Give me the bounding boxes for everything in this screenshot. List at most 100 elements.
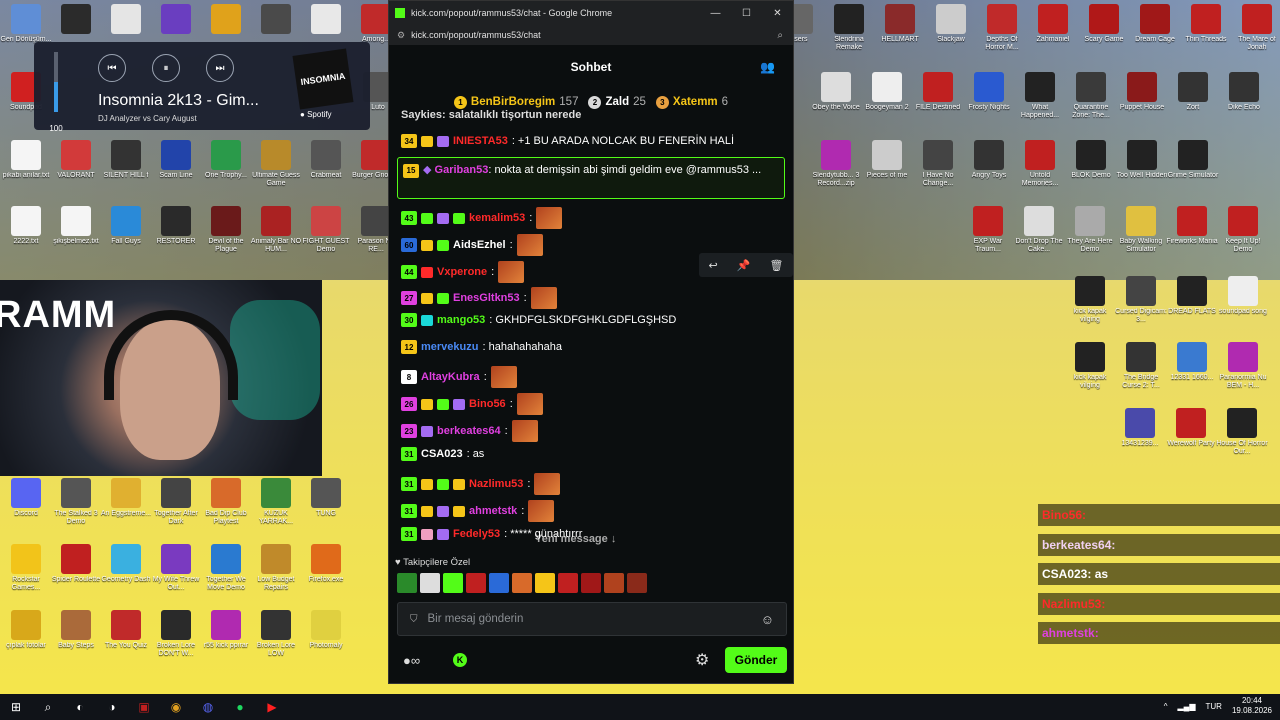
desktop-icon[interactable]: kick kapak vilging [1064,342,1116,390]
username[interactable]: kemalim53 [469,212,525,224]
clock[interactable]: 20:44 19.08.2026 [1232,696,1272,716]
emote[interactable] [512,573,532,593]
desktop-icon[interactable]: Rockstar Games... [0,544,52,592]
desktop-icon[interactable]: Keep It Up! Demo [1217,206,1269,254]
voicemeeter-icon[interactable]: ▣ [128,694,160,720]
username[interactable]: AltayKubra [421,371,480,383]
desktop-icon[interactable]: Angry Toys [963,140,1015,180]
start-icon[interactable]: ⊞ [0,694,32,720]
username[interactable]: Bino56 [469,398,506,410]
desktop-icon[interactable]: Slendrina Remake [823,4,875,52]
desktop-icon[interactable]: Together We Move Demo [200,544,252,592]
desktop-icon[interactable]: Werewolf Party [1165,408,1217,448]
username[interactable]: Nazlimu53 [469,478,523,490]
desktop-icon[interactable]: Quarantine Zone: The... [1065,72,1117,120]
desktop-icon[interactable]: FILE Destined [912,72,964,112]
app-icon[interactable]: ◐ [64,694,96,720]
chat-message[interactable]: 31 ahmetstk: [401,500,781,522]
search-icon[interactable]: ⌕ [32,694,64,720]
desktop-icon[interactable]: Slackjaw [925,4,977,44]
emote[interactable] [443,573,463,593]
desktop-icon[interactable]: r55 kick ppırar [200,610,252,650]
desktop-icon[interactable]: Broken Lore DON'T W... [150,610,202,658]
previous-track-icon[interactable]: ⏮ [98,54,126,82]
desktop-icon[interactable]: Fireworks Mania [1166,206,1218,246]
desktop-icon[interactable]: BLOK Demo [1065,140,1117,180]
desktop-icon[interactable]: Cursed Digicam: 3... [1115,276,1167,324]
desktop-icon[interactable]: Low Budget Repairs [250,544,302,592]
chat-message[interactable]: 31 CSA023: as [401,447,781,461]
leaderboard-entry[interactable]: 2 Zald 25 [588,95,646,109]
username[interactable]: Gariban53 [435,164,489,176]
desktop-icon[interactable]: Boogeyman 2 [861,72,913,112]
url-bar[interactable]: ⚙ kick.com/popout/rammus53/chat ⌕ [389,25,793,45]
desktop-icon[interactable]: Bad Dip Club Playtest [200,478,252,526]
chat-message[interactable]: 31 Fedely53: ***** günahtırrr [401,527,781,541]
desktop-icon[interactable]: SILENT HILL f [100,140,152,180]
desktop-icon[interactable]: Puppet House [1116,72,1168,112]
chat-message[interactable]: 12 mervekuzu: hahahahahaha [401,340,781,354]
desktop-icon[interactable]: Zort [1167,72,1219,112]
chat-message[interactable]: 26 Bino56: [401,393,781,415]
desktop-icon[interactable]: Together After Dark [150,478,202,526]
desktop-icon[interactable]: The Bridge Curse 2: T... [1115,342,1167,390]
discord-icon[interactable]: ◍ [192,694,224,720]
username[interactable]: EnesGltkn53 [453,292,520,304]
next-track-icon[interactable]: ⏭ [206,54,234,82]
desktop-icon[interactable]: Untold Memories... [1014,140,1066,188]
volume-slider[interactable]: 100 [49,52,63,133]
desktop-icon[interactable]: What Happened... [1014,72,1066,120]
site-info-icon[interactable]: ⚙ [397,30,405,41]
username[interactable]: AidsEzhel [453,239,506,251]
desktop-icon[interactable]: pikabi anılar.txt [0,140,52,180]
infinity-icon[interactable]: ●∞ [403,653,420,668]
desktop-icon[interactable]: Zahmaniel [1027,4,1079,44]
desktop-icon[interactable]: Slendytubb... 3 Record...zip [810,140,862,188]
desktop-icon[interactable]: The You Quiz [100,610,152,650]
emote[interactable] [604,573,624,593]
desktop-icon[interactable] [50,4,102,36]
desktop-icon[interactable]: Baby Steps [50,610,102,650]
language-indicator[interactable]: TUR [1206,702,1222,711]
desktop-icon[interactable]: Obey the Voice [810,72,862,112]
users-icon[interactable]: 👥 [760,60,775,74]
pause-icon[interactable]: ⏸ [152,54,180,82]
chat-message[interactable]: 60 AidsEzhel: [401,234,781,256]
youtube-icon[interactable]: ▶ [256,694,288,720]
username[interactable]: Vxperone [437,266,487,278]
maximize-icon[interactable]: ☐ [731,8,762,19]
desktop-icon[interactable]: Spider Roulette [50,544,102,584]
send-button[interactable]: Gönder [725,647,787,673]
desktop-icon[interactable]: HELLMART [874,4,926,44]
desktop-icon[interactable]: The Stalked 3 Demo [50,478,102,526]
desktop-icon[interactable]: An Eggstreme... [100,478,152,518]
kick-icon[interactable]: K [453,653,467,667]
desktop-icon[interactable]: Thin Threads [1180,4,1232,44]
desktop-icon[interactable]: Broken Lore LOW [250,610,302,658]
chrome-icon[interactable]: ◉ [160,694,192,720]
desktop-icon[interactable]: KUZUK YARRAK... [250,478,302,526]
chat-message[interactable]: 8 AltayKubra: [401,366,781,388]
network-icon[interactable]: ▂▄▆ [1178,702,1196,711]
chat-message[interactable]: 23 berkeates64: [401,420,781,442]
desktop-icon[interactable]: soundpad song [1217,276,1269,316]
desktop-icon[interactable]: One Trophy... [200,140,252,180]
leaderboard-entry[interactable]: 3 Xatemm 6 [655,95,728,109]
desktop-icon[interactable]: Don't Drop The Cake... [1013,206,1065,254]
desktop-icon[interactable]: kick kapak vilging [1064,276,1116,324]
spotify-icon[interactable]: ● [224,694,256,720]
emote[interactable] [397,573,417,593]
chat-message[interactable]: 34 INIESTA53: +1 BU ARADA NOLCAK BU FENER… [401,134,781,148]
message-input-placeholder[interactable]: Bir mesaj gönderin [428,613,761,625]
desktop-icon[interactable]: 12331 1660... [1166,342,1218,382]
desktop-icon[interactable]: The Mare of Jonah [1231,4,1280,52]
desktop-icon[interactable] [150,4,202,36]
desktop-icon[interactable]: şikişbelmez.txt [50,206,102,246]
desktop-icon[interactable]: Geri Dönüşüm... [0,4,52,44]
username[interactable]: INIESTA53 [453,135,508,147]
app-icon[interactable]: ◑ [96,694,128,720]
desktop-icon[interactable]: EXP War Traum... [962,206,1014,254]
desktop-icon[interactable]: Depths Of Horror M... [976,4,1028,52]
desktop-icon[interactable]: Pieces of me [861,140,913,180]
message-input[interactable]: ⛉ Bir mesaj gönderin ☺ [397,602,787,636]
